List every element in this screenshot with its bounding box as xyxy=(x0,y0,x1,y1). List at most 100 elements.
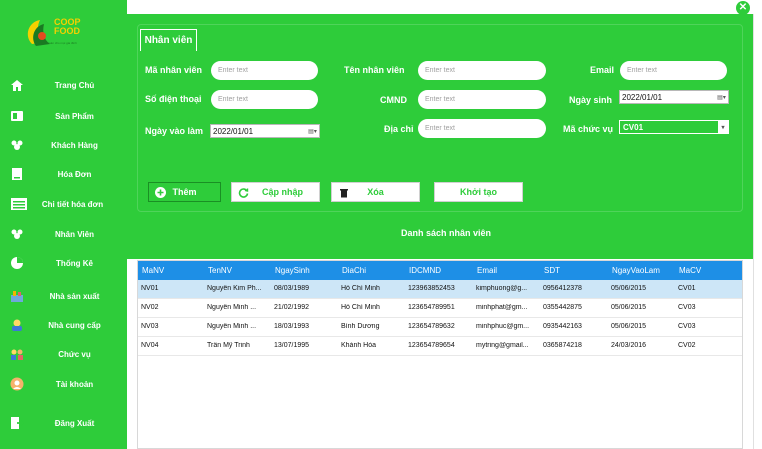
table-cell: 0935442163 xyxy=(543,323,582,330)
table-cell: 0956412378 xyxy=(543,285,582,292)
table-row[interactable]: NV03 Nguyễn Minh ... 18/03/1993 Bình Dươ… xyxy=(138,318,742,337)
sidebar-item-position[interactable]: Chức vụ xyxy=(0,340,127,368)
top-strip xyxy=(127,0,762,14)
supplier-icon xyxy=(9,317,25,333)
table-row[interactable]: NV01 Nguyễn Kim Ph... 08/03/1989 Hồ Chí … xyxy=(138,280,742,299)
sidebar-item-product[interactable]: Sản Phẩm xyxy=(0,102,127,130)
sidebar-item-label: Hóa Đơn xyxy=(57,169,92,179)
calendar-icon[interactable]: ▤▾ xyxy=(308,127,317,135)
sidebar-item-label: Nhà cung cấp xyxy=(48,320,101,330)
table-cell: kimphuong@g... xyxy=(476,285,528,292)
logout-icon xyxy=(9,415,25,431)
reset-button[interactable]: Khởi tạo xyxy=(434,182,523,202)
column-header-macv[interactable]: MaCV xyxy=(679,266,701,275)
employee-list-button[interactable]: Danh sách nhân viên xyxy=(384,221,508,244)
refresh-icon xyxy=(238,187,249,198)
column-header-tennv[interactable]: TenNV xyxy=(208,266,232,275)
delete-button[interactable]: Xóa xyxy=(331,182,420,202)
tab-employee[interactable]: Nhân viên xyxy=(140,29,197,51)
chevron-down-icon[interactable]: ▾ xyxy=(718,121,728,133)
column-header-sdt[interactable]: SDT xyxy=(544,266,560,275)
update-button[interactable]: Cập nhập xyxy=(231,182,320,202)
table-cell: Khánh Hòa xyxy=(341,342,377,349)
add-button[interactable]: Thêm xyxy=(148,182,221,202)
table-cell: 123654789654 xyxy=(408,342,455,349)
table-row[interactable]: NV02 Nguyễn Minh ... 21/02/1992 Hồ Chí M… xyxy=(138,299,742,318)
sidebar-item-statistics[interactable]: Thống Kê xyxy=(0,249,127,277)
trash-icon xyxy=(338,187,349,198)
employee-table: MaNV TenNV NgaySinh DiaChi IDCMND Email … xyxy=(137,260,743,449)
customers-icon xyxy=(9,137,25,153)
table-cell: 05/06/2015 xyxy=(611,304,647,311)
column-header-idcmnd[interactable]: IDCMND xyxy=(409,266,441,275)
column-header-manv[interactable]: MaNV xyxy=(142,266,164,275)
table-cell: 123654789951 xyxy=(408,304,455,311)
sidebar-item-invoice-detail[interactable]: Chi tiết hóa đơn xyxy=(0,190,127,218)
table-cell: 18/03/1993 xyxy=(274,323,310,330)
column-header-ngayvaolam[interactable]: NgayVaoLam xyxy=(612,266,660,275)
sidebar-item-label: Sản Phẩm xyxy=(55,111,94,121)
employees-icon xyxy=(9,226,25,242)
dia-chi-input[interactable] xyxy=(418,119,546,138)
table-row[interactable]: NV04 Trần Mỹ Trinh 13/07/1995 Khánh Hòa … xyxy=(138,337,742,356)
table-cell: CV03 xyxy=(678,304,696,311)
table-cell: 24/03/2016 xyxy=(611,342,647,349)
table-cell: CV02 xyxy=(678,342,696,349)
sidebar-item-label: Nhân Viên xyxy=(55,229,94,239)
table-cell: 0365874218 xyxy=(543,342,582,349)
sidebar-item-label: Đăng Xuất xyxy=(54,418,95,428)
sidebar-item-label: Khách Hàng xyxy=(51,140,98,150)
table-cell: NV01 xyxy=(141,285,159,292)
table-cell: Hồ Chí Minh xyxy=(341,285,380,292)
table-cell: 21/02/1992 xyxy=(274,304,310,311)
sidebar-item-customers[interactable]: Khách Hàng xyxy=(0,131,127,159)
logo-text-line2: FOOD xyxy=(54,26,80,36)
email-input[interactable] xyxy=(620,61,727,80)
sidebar-item-account[interactable]: Tài khoản xyxy=(0,370,127,398)
sidebar-item-label: Chi tiết hóa đơn xyxy=(41,199,104,209)
delete-button-label: Xóa xyxy=(367,187,384,197)
sidebar-item-supplier[interactable]: Nhà cung cấp xyxy=(0,311,127,339)
column-header-diachi[interactable]: DiaChi xyxy=(342,266,366,275)
reset-button-label: Khởi tạo xyxy=(460,187,497,197)
ma-chuc-vu-label: Mã chức vụ xyxy=(563,124,614,134)
table-cell: 13/07/1995 xyxy=(274,342,310,349)
sidebar: COOP FOOD an toàn cho mọi gia đình Trang… xyxy=(0,0,127,449)
column-header-email[interactable]: Email xyxy=(477,266,497,275)
ten-nv-input[interactable] xyxy=(418,61,546,80)
logo-tagline: an toàn cho mọi gia đình xyxy=(44,41,77,45)
sidebar-item-invoice[interactable]: Hóa Đơn xyxy=(0,160,127,188)
ngay-sinh-picker[interactable]: 2022/01/01 ▤▾ xyxy=(619,90,729,104)
sidebar-item-employees[interactable]: Nhân Viên xyxy=(0,220,127,248)
ma-chuc-vu-value: CV01 xyxy=(623,122,644,132)
sidebar-item-label: Trang Chủ xyxy=(54,80,95,90)
ngay-vao-lam-picker[interactable]: 2022/01/01 ▤▾ xyxy=(210,124,320,138)
sidebar-item-logout[interactable]: Đăng Xuất xyxy=(0,409,127,437)
home-icon xyxy=(9,77,25,93)
product-icon xyxy=(9,108,25,124)
sidebar-item-manufacturer[interactable]: Nhà sản xuất xyxy=(0,282,127,310)
window-edge xyxy=(753,14,762,449)
sdt-label: Số điện thoại xyxy=(145,94,202,104)
ngay-sinh-label: Ngày sinh xyxy=(569,95,613,105)
table-cell: CV03 xyxy=(678,323,696,330)
email-label: Email xyxy=(590,65,615,75)
ma-nv-input[interactable] xyxy=(211,61,318,80)
plus-icon xyxy=(155,187,166,198)
position-icon xyxy=(9,346,25,362)
sidebar-item-label: Nhà sản xuất xyxy=(49,291,100,301)
invoice-icon xyxy=(9,166,25,182)
close-icon[interactable]: ✕ xyxy=(736,1,750,15)
ma-chuc-vu-select[interactable]: CV01 ▾ xyxy=(619,120,729,134)
table-cell: Nguyễn Kim Ph... xyxy=(207,285,262,292)
table-cell: Trần Mỹ Trinh xyxy=(207,342,250,349)
table-cell: 123654789632 xyxy=(408,323,455,330)
table-cell: Nguyễn Minh ... xyxy=(207,304,257,311)
cmnd-input[interactable] xyxy=(418,90,546,109)
pie-chart-icon xyxy=(9,255,25,271)
sidebar-item-home[interactable]: Trang Chủ xyxy=(0,71,127,99)
column-header-ngaysinh[interactable]: NgaySinh xyxy=(275,266,310,275)
ngay-sinh-value: 2022/01/01 xyxy=(622,92,663,102)
calendar-icon[interactable]: ▤▾ xyxy=(717,93,726,101)
sdt-input[interactable] xyxy=(211,90,318,109)
